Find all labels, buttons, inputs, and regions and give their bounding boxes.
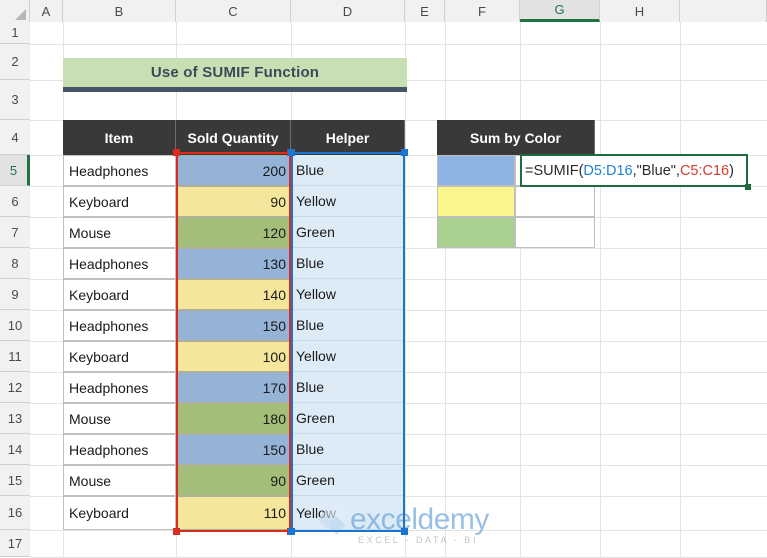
row-header-10[interactable]: 10 (0, 310, 30, 341)
formula-token: ,"Blue", (632, 162, 680, 179)
select-all-triangle-icon (15, 9, 26, 20)
column-header-g[interactable]: G (520, 0, 600, 22)
page-title: Use of SUMIF Function (150, 64, 320, 81)
column-header-row: ABCDEFGH (0, 0, 767, 22)
row-header-6[interactable]: 6 (0, 186, 30, 217)
watermark-tagline: EXCEL - DATA - BI (358, 535, 479, 545)
row-header-17[interactable]: 17 (0, 530, 30, 557)
row-header-3[interactable]: 3 (0, 80, 30, 120)
row-header-13[interactable]: 13 (0, 403, 30, 434)
row-header-11[interactable]: 11 (0, 341, 30, 372)
cell-sold-quantity[interactable]: 170 (176, 372, 291, 403)
column-header-e[interactable]: E (405, 0, 445, 22)
select-all-corner[interactable] (0, 0, 30, 22)
cell-sold-quantity[interactable]: 140 (176, 279, 291, 310)
cell-item[interactable]: Keyboard (63, 279, 176, 310)
cell-sold-quantity[interactable]: 90 (176, 186, 291, 217)
row-header-15[interactable]: 15 (0, 465, 30, 496)
cell-helper[interactable]: Blue (291, 372, 405, 403)
column-header-c[interactable]: C (176, 0, 291, 22)
sum-range-c5-c16-handle[interactable] (173, 149, 180, 156)
row-header-1[interactable]: 1 (0, 22, 30, 44)
cell-helper[interactable]: Yellow (291, 496, 405, 530)
formula-entry-cell[interactable]: =SUMIF(D5:D16 ,"Blue", C5:C16) (520, 154, 748, 187)
cell-helper[interactable]: Yellow (291, 186, 405, 217)
cell-sold-quantity[interactable]: 110 (176, 496, 291, 530)
cell-item[interactable]: Headphones (63, 155, 176, 186)
column-header-f[interactable]: F (445, 0, 520, 22)
cell-helper[interactable]: Green (291, 217, 405, 248)
column-header-b[interactable]: B (63, 0, 176, 22)
green-swatch[interactable] (437, 217, 515, 248)
formula-token: ) (729, 162, 734, 179)
table-header-sold-quantity: Sold Quantity (176, 120, 291, 155)
row-header-16[interactable]: 16 (0, 496, 30, 530)
fill-handle[interactable] (745, 184, 751, 190)
blue-swatch[interactable] (437, 155, 515, 186)
column-header-d[interactable]: D (291, 0, 405, 22)
column-header-blank[interactable] (680, 0, 767, 22)
cell-sold-quantity[interactable]: 180 (176, 403, 291, 434)
sum-panel-header: Sum by Color (437, 120, 595, 155)
criteria-range-d5-d16-handle[interactable] (401, 149, 408, 156)
row-header-4[interactable]: 4 (0, 120, 30, 155)
cell-helper[interactable]: Yellow (291, 279, 405, 310)
cell-helper[interactable]: Blue (291, 310, 405, 341)
cell-sold-quantity[interactable]: 120 (176, 217, 291, 248)
cell-item[interactable]: Headphones (63, 434, 176, 465)
table-header-helper: Helper (291, 120, 405, 155)
cell-item[interactable]: Keyboard (63, 186, 176, 217)
sum-range-c5-c16-handle[interactable] (173, 528, 180, 535)
cell-item[interactable]: Mouse (63, 217, 176, 248)
cell-item[interactable]: Keyboard (63, 496, 176, 530)
cell-helper[interactable]: Blue (291, 434, 405, 465)
cell-helper[interactable]: Blue (291, 248, 405, 279)
cell-helper[interactable]: Yellow (291, 341, 405, 372)
row-header-8[interactable]: 8 (0, 248, 30, 279)
cell-sold-quantity[interactable]: 90 (176, 465, 291, 496)
cell-item[interactable]: Headphones (63, 248, 176, 279)
criteria-range-d5-d16-handle[interactable] (288, 149, 295, 156)
yellow-swatch[interactable] (437, 186, 515, 217)
formula-token: =SUMIF( (525, 162, 584, 179)
formula-token: D5:D16 (583, 162, 633, 179)
page-title-banner: Use of SUMIF Function (63, 58, 407, 92)
column-header-a[interactable]: A (30, 0, 63, 22)
cell-sold-quantity[interactable]: 150 (176, 310, 291, 341)
cell-item[interactable]: Mouse (63, 403, 176, 434)
row-header-12[interactable]: 12 (0, 372, 30, 403)
criteria-range-d5-d16-handle[interactable] (288, 528, 295, 535)
row-header-9[interactable]: 9 (0, 279, 30, 310)
cell-sold-quantity[interactable]: 200 (176, 155, 291, 186)
formula-token: C5:C16 (679, 162, 730, 179)
spreadsheet-canvas: ABCDEFGH 1 2 3 4 5 6 7 8 9 10 11 12 13 14 15 16 17 Use o… (0, 0, 767, 558)
cell-item[interactable]: Headphones (63, 372, 176, 403)
cell-item[interactable]: Keyboard (63, 341, 176, 372)
row-header-5[interactable]: 5 (0, 155, 30, 186)
row-header-2[interactable]: 2 (0, 44, 30, 80)
sum-result-cell[interactable] (515, 186, 595, 217)
cell-item[interactable]: Mouse (63, 465, 176, 496)
cell-helper[interactable]: Green (291, 465, 405, 496)
cell-helper[interactable]: Blue (291, 155, 405, 186)
cell-sold-quantity[interactable]: 150 (176, 434, 291, 465)
row-header-14[interactable]: 14 (0, 434, 30, 465)
criteria-range-d5-d16-handle[interactable] (401, 528, 408, 535)
column-header-h[interactable]: H (600, 0, 680, 22)
row-header-column: 1 2 3 4 5 6 7 8 9 10 11 12 13 14 15 16 17 (0, 22, 30, 557)
sum-result-cell[interactable] (515, 217, 595, 248)
cell-helper[interactable]: Green (291, 403, 405, 434)
row-header-7[interactable]: 7 (0, 217, 30, 248)
table-header-item: Item (63, 120, 176, 155)
cell-sold-quantity[interactable]: 130 (176, 248, 291, 279)
cell-item[interactable]: Headphones (63, 310, 176, 341)
cell-sold-quantity[interactable]: 100 (176, 341, 291, 372)
